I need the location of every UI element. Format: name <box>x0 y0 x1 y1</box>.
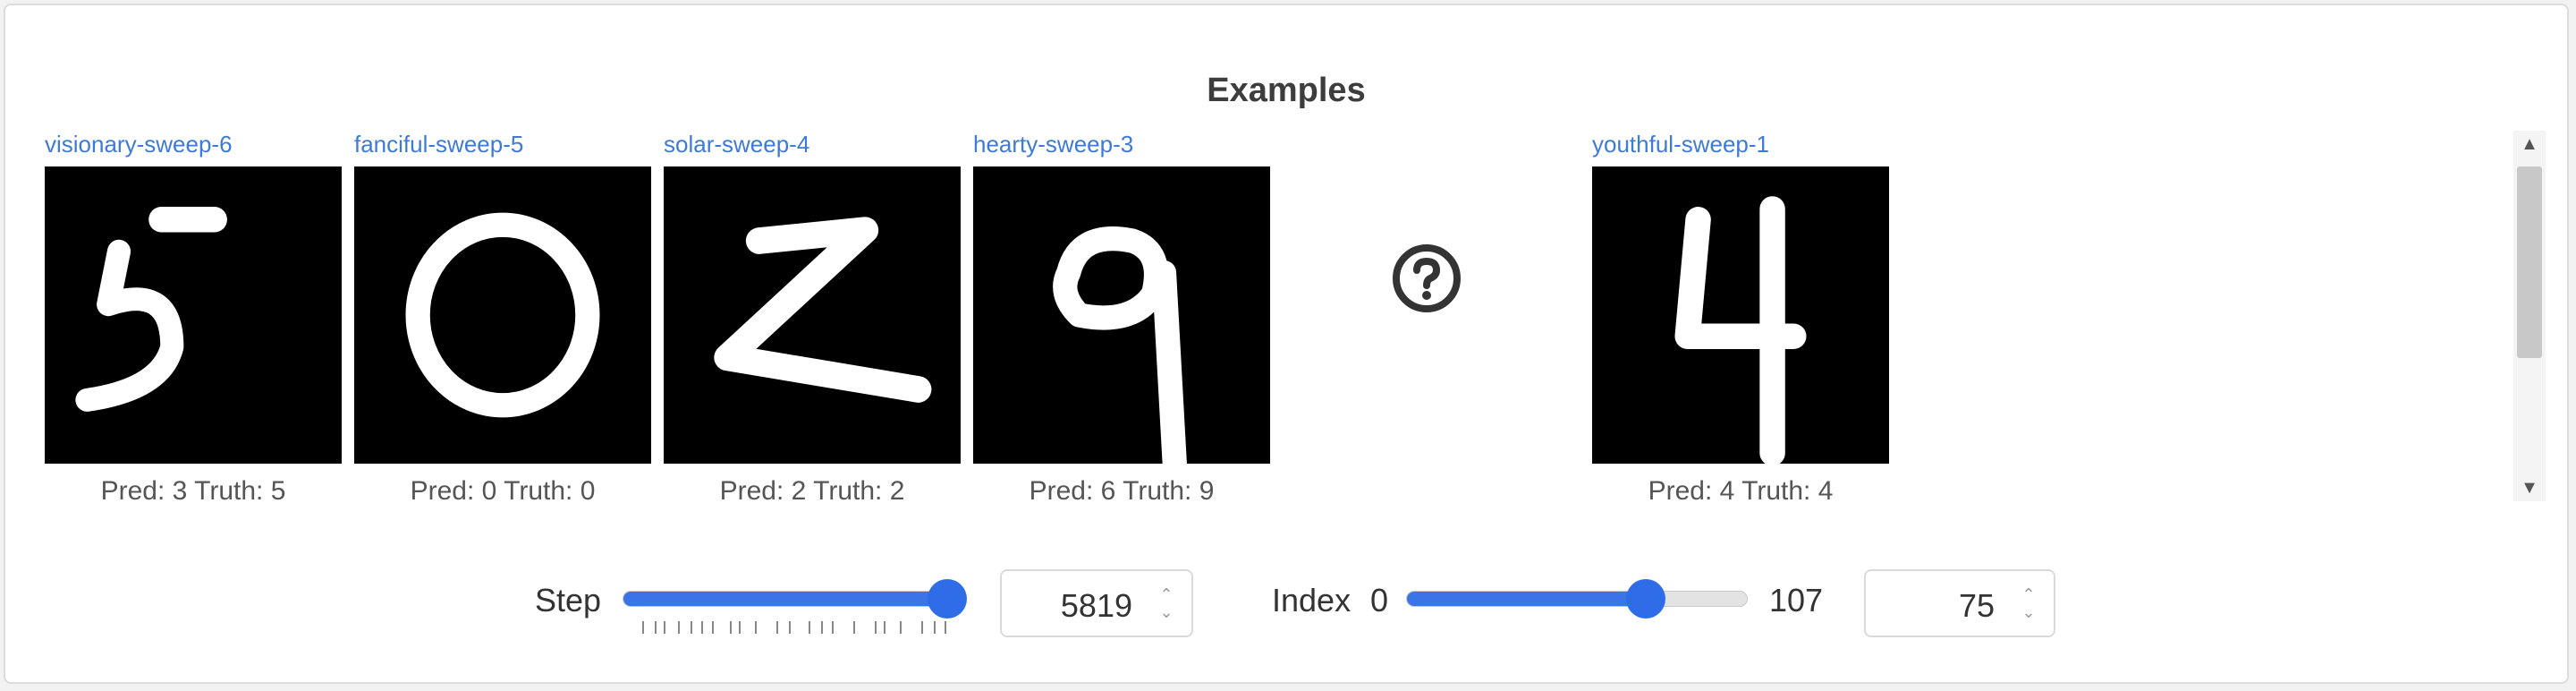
step-tick <box>701 621 703 634</box>
scroll-thumb[interactable] <box>2517 166 2542 358</box>
index-slider-fill <box>1407 592 1647 606</box>
run-name-link[interactable]: fanciful-sweep-5 <box>354 131 651 166</box>
triangle-down-icon[interactable]: ▼ <box>2513 474 2546 501</box>
example-card: solar-sweep-4 Pred: 2 Truth: 2 <box>664 131 961 501</box>
prediction-caption: Pred: 2 Truth: 2 <box>719 476 905 501</box>
example-image[interactable] <box>664 166 961 464</box>
step-tick <box>730 621 732 634</box>
prediction-caption: Pred: 6 Truth: 9 <box>1029 476 1215 501</box>
step-slider[interactable] <box>623 579 967 618</box>
run-name-link[interactable]: youthful-sweep-1 <box>1592 131 1889 166</box>
question-circle-icon <box>1391 244 1462 318</box>
example-card: fanciful-sweep-5 Pred: 0 Truth: 0 <box>354 131 651 501</box>
step-slider-fill <box>623 592 947 606</box>
index-min-label: 0 <box>1370 582 1389 618</box>
step-tick <box>691 621 692 634</box>
step-tick <box>884 621 886 634</box>
step-tick <box>655 621 657 634</box>
vertical-scrollbar[interactable]: ▲ ▼ <box>2513 131 2546 501</box>
examples-grid: visionary-sweep-6 Pred: 3 Truth: 5 fanci… <box>41 131 2510 501</box>
index-slider[interactable] <box>1406 579 1748 618</box>
step-tick <box>821 621 823 634</box>
step-tick <box>789 621 791 634</box>
step-tick <box>712 621 714 634</box>
step-tick <box>755 621 757 634</box>
step-tick <box>809 621 810 634</box>
index-max-label: 107 <box>1769 582 1824 618</box>
run-name-link[interactable]: visionary-sweep-6 <box>45 131 342 166</box>
example-image[interactable] <box>1592 166 1889 464</box>
step-tick <box>739 621 741 634</box>
step-tick <box>875 621 877 634</box>
step-tick <box>900 621 902 634</box>
step-label: Step <box>535 582 602 618</box>
index-slider-thumb[interactable] <box>1626 579 1666 618</box>
step-tick <box>921 621 923 634</box>
run-name-link[interactable]: solar-sweep-4 <box>664 131 961 166</box>
prediction-caption: Pred: 3 Truth: 5 <box>100 476 286 501</box>
index-number-input[interactable]: 75 ⌃ ⌄ <box>1864 569 2055 637</box>
triangle-up-icon[interactable]: ▲ <box>2513 131 2546 158</box>
run-name-link[interactable]: hearty-sweep-3 <box>973 131 1270 166</box>
prediction-caption: Pred: 4 Truth: 4 <box>1648 476 1834 501</box>
step-value: 5819 <box>1060 587 1132 624</box>
example-card: youthful-sweep-1 Pred: 4 Truth: 4 <box>1592 131 1889 501</box>
example-image[interactable] <box>354 166 651 464</box>
step-tick <box>664 621 665 634</box>
step-slider-thumb[interactable] <box>928 579 967 618</box>
index-value: 75 <box>1958 587 1995 624</box>
step-tick <box>678 621 680 634</box>
step-tick <box>945 621 946 634</box>
examples-panel: Examples visionary-sweep-6 Pred: 3 Truth… <box>4 4 2569 684</box>
step-tick <box>832 621 834 634</box>
step-tick <box>642 621 644 634</box>
chevron-up-down-icon[interactable]: ⌃ ⌄ <box>2020 585 2038 621</box>
step-tick <box>853 621 855 634</box>
step-tick <box>934 621 936 634</box>
prediction-caption: Pred: 0 Truth: 0 <box>410 476 596 501</box>
step-tick-marks <box>642 621 946 634</box>
chevron-up-down-icon[interactable]: ⌃ ⌄ <box>1157 585 1175 621</box>
step-number-input[interactable]: 5819 ⌃ ⌄ <box>1000 569 1193 637</box>
example-card: visionary-sweep-6 Pred: 3 Truth: 5 <box>45 131 342 501</box>
step-tick <box>776 621 778 634</box>
example-image[interactable] <box>45 166 342 464</box>
example-card: hearty-sweep-3 Pred: 6 Truth: 9 <box>973 131 1270 501</box>
example-image[interactable] <box>973 166 1270 464</box>
missing-image-placeholder <box>1391 243 1462 314</box>
slider-controls: Step 5819 ⌃ ⌄ Index 0 107 75 ⌃ ⌄ <box>5 560 2567 650</box>
index-label: Index <box>1272 582 1352 618</box>
panel-title: Examples <box>1207 72 1366 109</box>
